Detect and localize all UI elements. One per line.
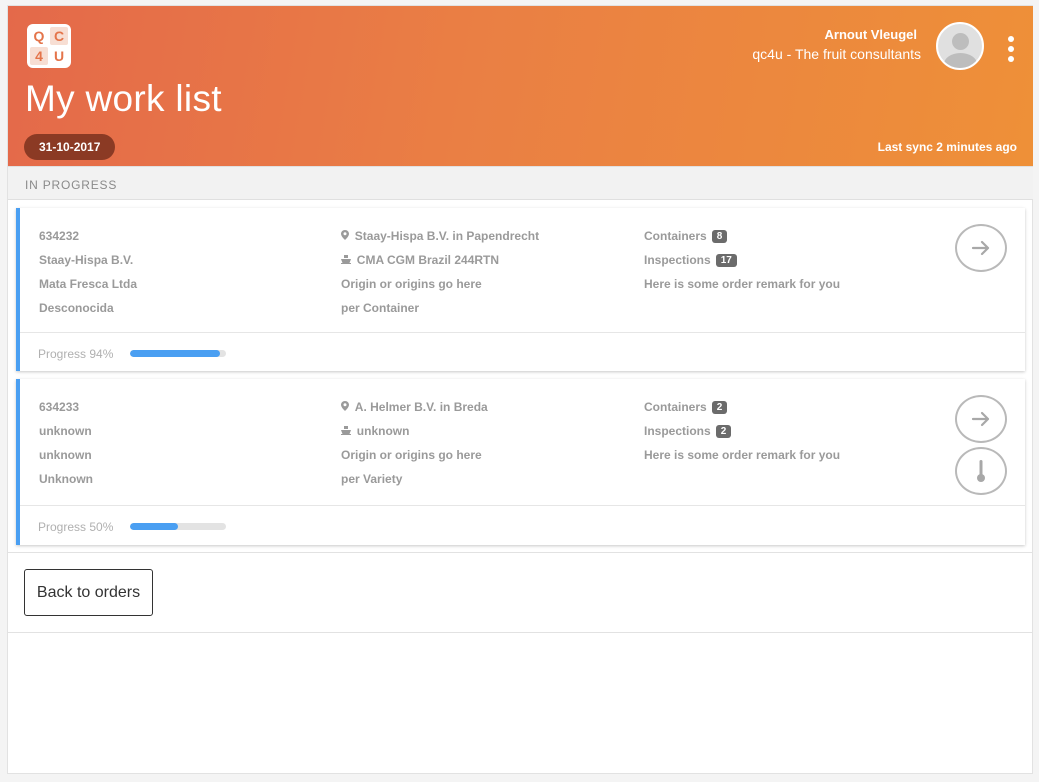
inspections-count-badge: 17 bbox=[715, 254, 737, 267]
client-name: Staay-Hispa B.V. bbox=[39, 253, 134, 267]
origin-name: Desconocida bbox=[39, 301, 114, 315]
progress-fill bbox=[130, 350, 221, 357]
supplier-name: unknown bbox=[39, 448, 92, 462]
location: Staay-Hispa B.V. in Papendrecht bbox=[341, 229, 539, 243]
section-header: IN PROGRESS bbox=[8, 166, 1033, 200]
order-remark: Here is some order remark for you bbox=[644, 277, 841, 291]
app-window: Q C 4 U My work list Arnout Vleugel qc4u… bbox=[7, 5, 1033, 774]
section-label: IN PROGRESS bbox=[25, 178, 118, 192]
containers-count-badge: 2 bbox=[711, 401, 728, 414]
user-organization: qc4u - The fruit consultants bbox=[752, 46, 921, 62]
list-bottom-divider bbox=[8, 552, 1033, 553]
logo-letter: U bbox=[53, 48, 65, 64]
open-order-button[interactable] bbox=[955, 224, 1007, 272]
avatar-body-shape bbox=[944, 53, 977, 68]
ship-icon bbox=[341, 255, 354, 267]
qc4u-logo: Q C 4 U bbox=[27, 24, 71, 68]
origins-note: Origin or origins go here bbox=[341, 448, 482, 462]
vessel: unknown bbox=[341, 424, 409, 438]
order-card: 634232 Staay-Hispa B.V. Mata Fresca Ltda… bbox=[16, 208, 1025, 371]
map-pin-icon bbox=[341, 230, 352, 243]
footer-divider bbox=[8, 632, 1033, 633]
inspection-mode: per Container bbox=[341, 301, 420, 315]
card-divider bbox=[20, 505, 1025, 506]
order-remark: Here is some order remark for you bbox=[644, 448, 841, 462]
inspections-info: Inspections 17 bbox=[644, 253, 737, 267]
location-label: A. Helmer B.V. in Breda bbox=[354, 400, 488, 414]
thermometer-icon bbox=[977, 460, 985, 482]
client-name: unknown bbox=[39, 424, 92, 438]
logo-letter: Q bbox=[33, 28, 45, 44]
inspections-label: Inspections bbox=[644, 253, 711, 267]
vessel: CMA CGM Brazil 244RTN bbox=[341, 253, 499, 267]
progress-label: Progress 50% bbox=[38, 520, 114, 534]
arrow-right-icon bbox=[971, 240, 990, 256]
map-pin-icon bbox=[341, 401, 352, 414]
containers-info: Containers 8 bbox=[644, 229, 728, 243]
progress-label: Progress 94% bbox=[38, 347, 114, 361]
avatar-head-shape bbox=[952, 33, 969, 50]
vessel-label: unknown bbox=[356, 424, 410, 438]
vessel-label: CMA CGM Brazil 244RTN bbox=[356, 253, 500, 267]
logo-letter: 4 bbox=[30, 47, 48, 65]
location-label: Staay-Hispa B.V. in Papendrecht bbox=[354, 229, 540, 243]
order-card: 634233 unknown unknown Unknown A. Helmer… bbox=[16, 379, 1025, 545]
page-title: My work list bbox=[25, 78, 222, 119]
containers-label: Containers bbox=[644, 400, 707, 414]
origins-note: Origin or origins go here bbox=[341, 277, 482, 291]
origin-name: Unknown bbox=[39, 472, 93, 486]
arrow-right-icon bbox=[971, 411, 990, 427]
sync-status: Last sync 2 minutes ago bbox=[877, 140, 1017, 154]
page-header: Q C 4 U My work list Arnout Vleugel qc4u… bbox=[8, 6, 1033, 166]
containers-label: Containers bbox=[644, 229, 707, 243]
progress-track bbox=[130, 350, 226, 357]
more-vertical-icon[interactable] bbox=[1005, 36, 1017, 62]
containers-count-badge: 8 bbox=[711, 230, 728, 243]
progress-fill bbox=[130, 523, 178, 530]
inspections-label: Inspections bbox=[644, 424, 711, 438]
containers-info: Containers 2 bbox=[644, 400, 728, 414]
temperature-button[interactable] bbox=[955, 447, 1007, 495]
date-chip[interactable]: 31-10-2017 bbox=[24, 134, 116, 160]
inspection-mode: per Variety bbox=[341, 472, 403, 486]
order-number: 634232 bbox=[39, 229, 80, 243]
back-to-orders-button[interactable]: Back to orders bbox=[24, 569, 153, 616]
ship-icon bbox=[341, 426, 354, 438]
logo-letter: C bbox=[50, 27, 68, 45]
progress-track bbox=[130, 523, 226, 530]
location: A. Helmer B.V. in Breda bbox=[341, 400, 488, 414]
card-divider bbox=[20, 332, 1025, 333]
inspections-info: Inspections 2 bbox=[644, 424, 732, 438]
order-number: 634233 bbox=[39, 400, 80, 414]
supplier-name: Mata Fresca Ltda bbox=[39, 277, 138, 291]
inspections-count-badge: 2 bbox=[715, 425, 732, 438]
avatar[interactable] bbox=[936, 22, 984, 70]
open-order-button[interactable] bbox=[955, 395, 1007, 443]
user-name: Arnout Vleugel bbox=[824, 27, 917, 42]
